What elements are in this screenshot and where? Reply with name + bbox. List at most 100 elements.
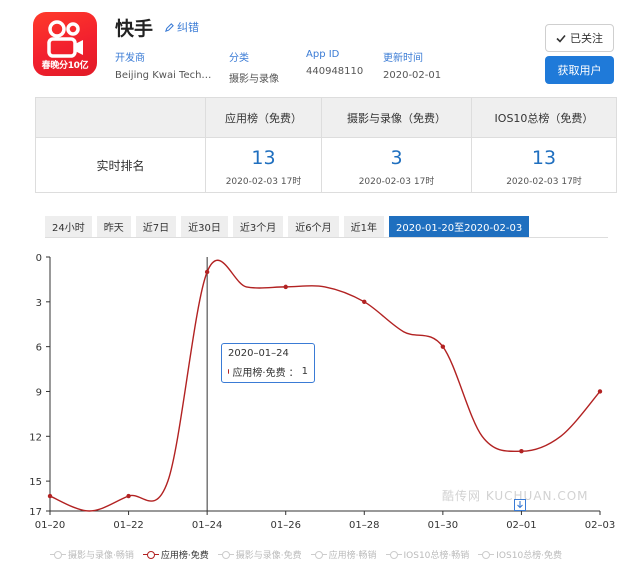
range-tabs: 24小时 昨天 近7日 近30日 近3个月 近6个月 近1年 2020-01-2… [45, 216, 530, 237]
legend-marker-icon [142, 550, 159, 560]
y-tick-label: 17 [29, 507, 42, 518]
legend-label: 应用榜·畅销 [328, 551, 377, 561]
pencil-icon [165, 22, 174, 32]
meta-updated: 更新时间 2020-02-01 [383, 49, 441, 81]
data-point [283, 284, 288, 290]
y-tick-label: 15 [29, 477, 42, 488]
rank-timestamp: 2020-02-03 17时 [358, 177, 435, 187]
get-users-button[interactable]: 获取用户 [545, 56, 614, 84]
tab-7d[interactable]: 近7日 [135, 216, 177, 237]
rank-number: 13 [531, 147, 557, 169]
meta-category: 分类 摄影与录像 [229, 49, 279, 85]
x-tick-label: 01–26 [270, 520, 300, 531]
chart-legend: 摄影与录像·畅销 应用榜·免费 摄影与录像·免费 应用榜·畅销 IOS10总榜·… [50, 548, 562, 561]
legend-label: 摄影与录像·免费 [235, 551, 302, 561]
tab-yesterday[interactable]: 昨天 [96, 216, 131, 237]
rank-cell: 3 2020-02-03 17时 [322, 138, 472, 192]
x-tick-label: 01–20 [35, 520, 65, 531]
data-point [204, 269, 210, 275]
rank-timestamp: 2020-02-03 17时 [225, 177, 302, 187]
tooltip-row: 应用榜·免费： 1 [228, 364, 308, 379]
meta-value: 摄影与录像 [229, 74, 279, 85]
chart-tooltip: 2020–01–24 应用榜·免费： 1 [221, 343, 315, 383]
tab-30d[interactable]: 近30日 [181, 216, 228, 237]
legend-item[interactable]: 应用榜·免费 [142, 548, 209, 561]
series-line-app-free [49, 259, 601, 512]
y-tick-label: 0 [36, 253, 42, 264]
tabs-divider [45, 237, 608, 238]
meta-key: 开发商 [115, 53, 145, 64]
tab-6m[interactable]: 近6个月 [288, 216, 339, 237]
rank-number: 3 [390, 147, 403, 169]
table-header: 摄影与录像（免费） [322, 98, 472, 138]
y-tick-label: 9 [36, 387, 42, 398]
legend-marker-icon [217, 550, 234, 560]
rank-timestamp: 2020-02-03 17时 [506, 177, 582, 187]
legend-marker-icon [478, 550, 495, 560]
y-tick-label: 12 [29, 432, 42, 443]
app-icon: 春晚分10亿 [33, 12, 97, 76]
x-tick-label: 02–03 [585, 520, 615, 531]
download-icon[interactable] [514, 499, 526, 511]
table-header: IOS10总榜（免费） [472, 98, 616, 138]
meta-developer: 开发商 Beijing Kwai Tech… [115, 49, 211, 81]
tab-24h[interactable]: 24小时 [45, 216, 92, 237]
meta-value: 440948110 [306, 66, 364, 77]
checkmark-icon [556, 34, 566, 43]
legend-label: 应用榜·免费 [160, 551, 209, 561]
data-point [126, 493, 131, 499]
legend-label: IOS10总榜·畅销 [403, 551, 470, 561]
legend-item[interactable]: 应用榜·畅销 [310, 548, 377, 561]
tooltip-series: 应用榜·免费 [232, 368, 286, 379]
meta-key: 更新时间 [383, 53, 423, 64]
x-tick-label: 01–30 [428, 520, 458, 531]
tooltip-value: 1 [301, 366, 308, 377]
meta-key: 分类 [229, 53, 249, 64]
series-dot-icon [228, 369, 230, 374]
tooltip-date: 2020–01–24 [228, 348, 289, 359]
row-label: 实时排名 [96, 158, 145, 173]
x-tick-label: 02–01 [506, 520, 536, 531]
data-point [597, 389, 603, 394]
table-header-corner [36, 98, 206, 138]
report-error-label: 纠错 [177, 21, 199, 34]
x-tick-label: 01–24 [192, 520, 222, 531]
x-tick-label: 01–28 [349, 520, 379, 531]
legend-label: 摄影与录像·畅销 [68, 551, 134, 561]
tab-custom-range[interactable]: 2020-01-20至2020-02-03 [388, 216, 530, 237]
meta-key: App ID [306, 49, 340, 60]
tab-3m[interactable]: 近3个月 [232, 216, 284, 237]
app-title: 快手 [115, 18, 154, 40]
meta-value: 2020-02-01 [383, 70, 442, 81]
legend-item[interactable]: 摄影与录像·畅销 [50, 548, 134, 561]
legend-marker-icon [310, 550, 327, 560]
icon-caption: 春晚分10亿 [41, 61, 89, 71]
x-tick-label: 01–22 [113, 520, 143, 531]
y-tick-label: 3 [36, 298, 42, 309]
data-point [47, 493, 53, 499]
y-tick-label: 6 [36, 343, 42, 354]
report-error-link[interactable]: 纠错 [165, 19, 199, 35]
tab-1y[interactable]: 近1年 [343, 216, 384, 237]
follow-label: 已关注 [570, 32, 603, 45]
data-point [362, 299, 367, 305]
tooltip-separator: ： [288, 368, 299, 379]
rank-cell: 13 2020-02-03 17时 [472, 138, 616, 192]
rank-cell: 13 2020-02-03 17时 [206, 138, 322, 192]
rank-number: 13 [251, 147, 276, 169]
meta-app-id: App ID 440948110 [306, 49, 363, 77]
legend-marker-icon [50, 550, 66, 560]
table-row-label-cell: 实时排名 [36, 138, 206, 192]
legend-item[interactable]: IOS10总榜·免费 [478, 548, 562, 561]
get-users-label: 获取用户 [557, 64, 602, 77]
rank-table: 应用榜（免费） 摄影与录像（免费） IOS10总榜（免费） 实时排名 13 20… [35, 97, 617, 193]
follow-button[interactable]: 已关注 [545, 24, 614, 52]
legend-marker-icon [385, 550, 402, 560]
table-header: 应用榜（免费） [206, 98, 322, 138]
meta-value: Beijing Kwai Tech… [115, 70, 212, 81]
legend-item[interactable]: IOS10总榜·畅销 [385, 548, 470, 561]
data-point [519, 449, 524, 454]
legend-label: IOS10总榜·免费 [496, 551, 563, 561]
legend-item[interactable]: 摄影与录像·免费 [217, 548, 302, 561]
data-point [440, 344, 446, 349]
